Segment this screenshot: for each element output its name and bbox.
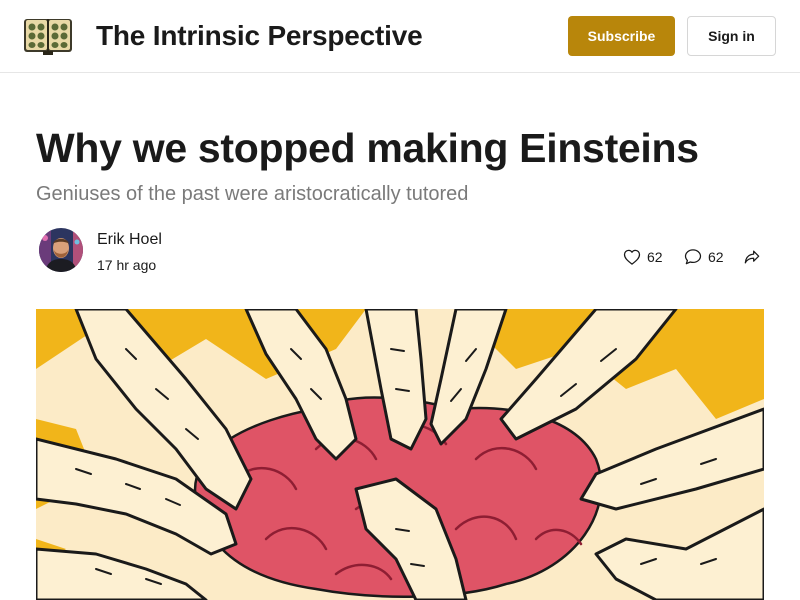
- top-navigation-bar: The Intrinsic Perspective Subscribe Sign…: [0, 0, 800, 73]
- author-name[interactable]: Erik Hoel: [97, 230, 162, 250]
- post-subtitle: Geniuses of the past were aristocratical…: [36, 183, 469, 205]
- post-title: Why we stopped making Einsteins: [36, 125, 699, 171]
- comment-count: 62: [708, 249, 724, 265]
- subscribe-button[interactable]: Subscribe: [568, 16, 675, 56]
- post-date: 17 hr ago: [97, 257, 157, 273]
- author-avatar[interactable]: [39, 228, 83, 272]
- share-button[interactable]: [742, 246, 762, 268]
- heart-icon: [622, 247, 642, 267]
- publication-name[interactable]: The Intrinsic Perspective: [96, 18, 423, 54]
- like-button[interactable]: 62: [622, 246, 663, 268]
- sign-in-button[interactable]: Sign in: [687, 16, 776, 56]
- open-book-icon[interactable]: [23, 16, 73, 56]
- hero-image[interactable]: [36, 309, 764, 600]
- comment-bubble-icon: [683, 247, 703, 267]
- comment-button[interactable]: 62: [683, 246, 724, 268]
- like-count: 62: [647, 249, 663, 265]
- share-icon: [742, 247, 762, 267]
